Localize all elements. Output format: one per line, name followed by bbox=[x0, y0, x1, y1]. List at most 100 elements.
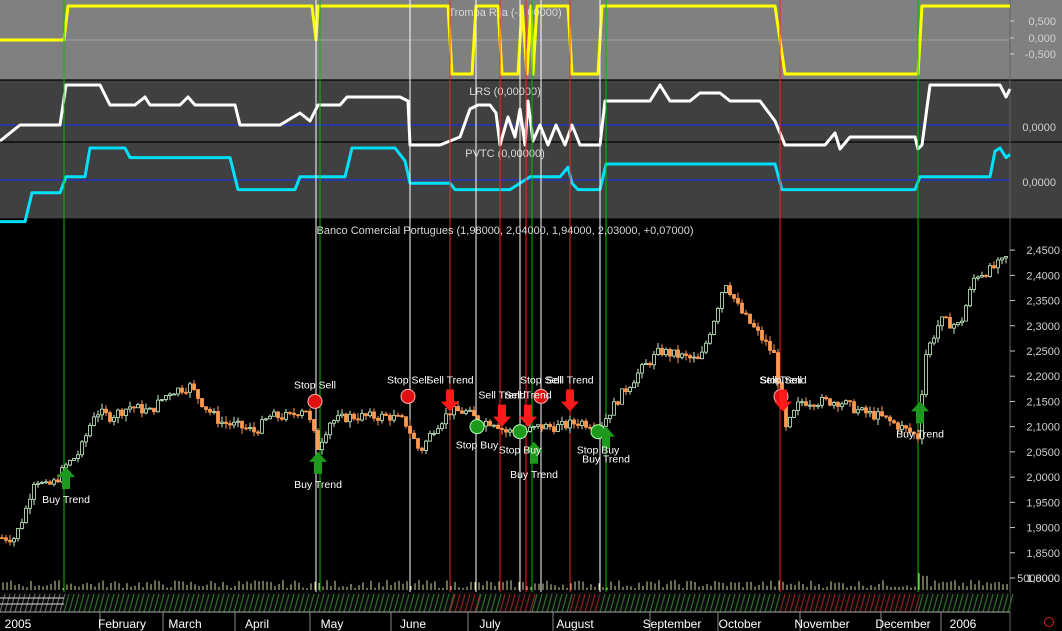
candle-body bbox=[744, 312, 748, 315]
month-label: November bbox=[794, 617, 849, 631]
candle-body bbox=[584, 420, 588, 428]
signal-label: Stop Sell bbox=[387, 374, 429, 386]
signal-label: Buy Trend bbox=[582, 454, 630, 466]
candle-body bbox=[456, 406, 460, 412]
candle-body bbox=[484, 420, 488, 427]
candle-body bbox=[132, 406, 136, 409]
signal-label: Sell Trend bbox=[759, 375, 806, 387]
candle-body bbox=[732, 294, 736, 299]
candle-body bbox=[648, 363, 652, 366]
candle-body bbox=[244, 427, 248, 430]
candle-body bbox=[8, 539, 12, 543]
tromba-tick-label: 0,500 bbox=[1028, 16, 1056, 28]
candle-body bbox=[620, 388, 624, 405]
candle-body bbox=[500, 428, 504, 430]
candle-body bbox=[736, 298, 740, 304]
candle-body bbox=[348, 413, 352, 423]
candle-body bbox=[4, 537, 8, 541]
candle-body bbox=[952, 324, 956, 329]
candle-body bbox=[448, 413, 452, 416]
candle-body bbox=[696, 356, 700, 360]
candle-body bbox=[416, 438, 420, 449]
candle-body bbox=[676, 349, 680, 358]
candle-body bbox=[800, 401, 804, 404]
signal-label: Sell Trend bbox=[546, 375, 593, 387]
sell-arrow-icon bbox=[519, 404, 537, 427]
candle-body bbox=[564, 421, 568, 429]
candle-body bbox=[108, 412, 112, 422]
signal-label: Buy Trend bbox=[294, 479, 342, 491]
candle-body bbox=[332, 420, 336, 424]
candle-body bbox=[316, 429, 320, 451]
candle-body bbox=[680, 353, 684, 358]
pvtc-tick-label: 0,0000 bbox=[1022, 177, 1056, 189]
candle-body bbox=[628, 387, 632, 392]
candle-body bbox=[996, 259, 1000, 269]
stop-buy-icon bbox=[469, 419, 485, 435]
candle-body bbox=[248, 427, 252, 429]
candle-body bbox=[760, 330, 764, 341]
candle-body bbox=[48, 481, 52, 485]
candle-body bbox=[944, 316, 948, 319]
candle-body bbox=[836, 402, 840, 407]
candle-body bbox=[864, 407, 868, 414]
candle-body bbox=[552, 426, 556, 432]
candle-body bbox=[616, 401, 620, 405]
settings-icon[interactable] bbox=[1044, 617, 1054, 627]
candle-body bbox=[704, 342, 708, 353]
candle-body bbox=[712, 320, 716, 335]
candle-body bbox=[644, 363, 648, 366]
candle-body bbox=[692, 356, 696, 359]
candle-body bbox=[188, 383, 192, 393]
candle-body bbox=[92, 416, 96, 426]
stop-sell-icon bbox=[307, 393, 323, 409]
candle-body bbox=[272, 411, 276, 417]
candle-body bbox=[804, 401, 808, 406]
candle-body bbox=[288, 412, 292, 414]
candle-body bbox=[464, 410, 468, 414]
candle-body bbox=[24, 507, 28, 524]
candle-body bbox=[436, 428, 440, 434]
candle-body bbox=[972, 277, 976, 290]
price-tick-label: 1,9000 bbox=[1026, 523, 1060, 535]
candle-body bbox=[824, 396, 828, 400]
candle-body bbox=[424, 440, 428, 451]
candle-body bbox=[208, 409, 212, 413]
candle-body bbox=[852, 401, 856, 414]
candle-body bbox=[612, 401, 616, 416]
candle-body bbox=[328, 422, 332, 436]
candle-body bbox=[212, 411, 216, 413]
candle-body bbox=[296, 414, 300, 417]
price-tick-label: 2,2000 bbox=[1026, 371, 1060, 383]
candle-body bbox=[812, 404, 816, 407]
candle-body bbox=[492, 424, 496, 427]
candle-body bbox=[752, 323, 756, 328]
candle-body bbox=[236, 420, 240, 423]
candle-body bbox=[116, 409, 120, 418]
lrs-tick-label: 0,0000 bbox=[1022, 122, 1056, 134]
candle-body bbox=[664, 349, 668, 356]
candle-body bbox=[876, 411, 880, 420]
candle-body bbox=[356, 418, 360, 421]
price-chart-title: Banco Comercial Portugues (1,98000, 2,04… bbox=[316, 225, 693, 237]
candle-body bbox=[1000, 257, 1004, 261]
trading-chart[interactable]: Tromba Rija (-1,00000) LRS (0,00000) PVTC … bbox=[0, 0, 1062, 631]
candle-body bbox=[364, 413, 368, 417]
candle-body bbox=[216, 411, 220, 424]
price-tick-label: 1,8500 bbox=[1026, 548, 1060, 560]
sell-arrow-icon bbox=[561, 389, 579, 412]
tromba-title: Tromba Rija (-1,00000) bbox=[448, 7, 561, 19]
candle-body bbox=[360, 413, 364, 421]
candle-body bbox=[740, 302, 744, 314]
price-tick-label: 2,4500 bbox=[1026, 245, 1060, 257]
candle-body bbox=[932, 337, 936, 344]
candle-body bbox=[400, 415, 404, 418]
stop-buy-icon bbox=[512, 424, 528, 440]
tromba-tick-label: -0,500 bbox=[1025, 49, 1056, 61]
price-tick-label: 1,9500 bbox=[1026, 497, 1060, 509]
candle-body bbox=[260, 419, 264, 434]
candle-body bbox=[12, 538, 16, 543]
candle-body bbox=[528, 426, 532, 432]
candle-body bbox=[228, 423, 232, 426]
candle-body bbox=[580, 420, 584, 426]
